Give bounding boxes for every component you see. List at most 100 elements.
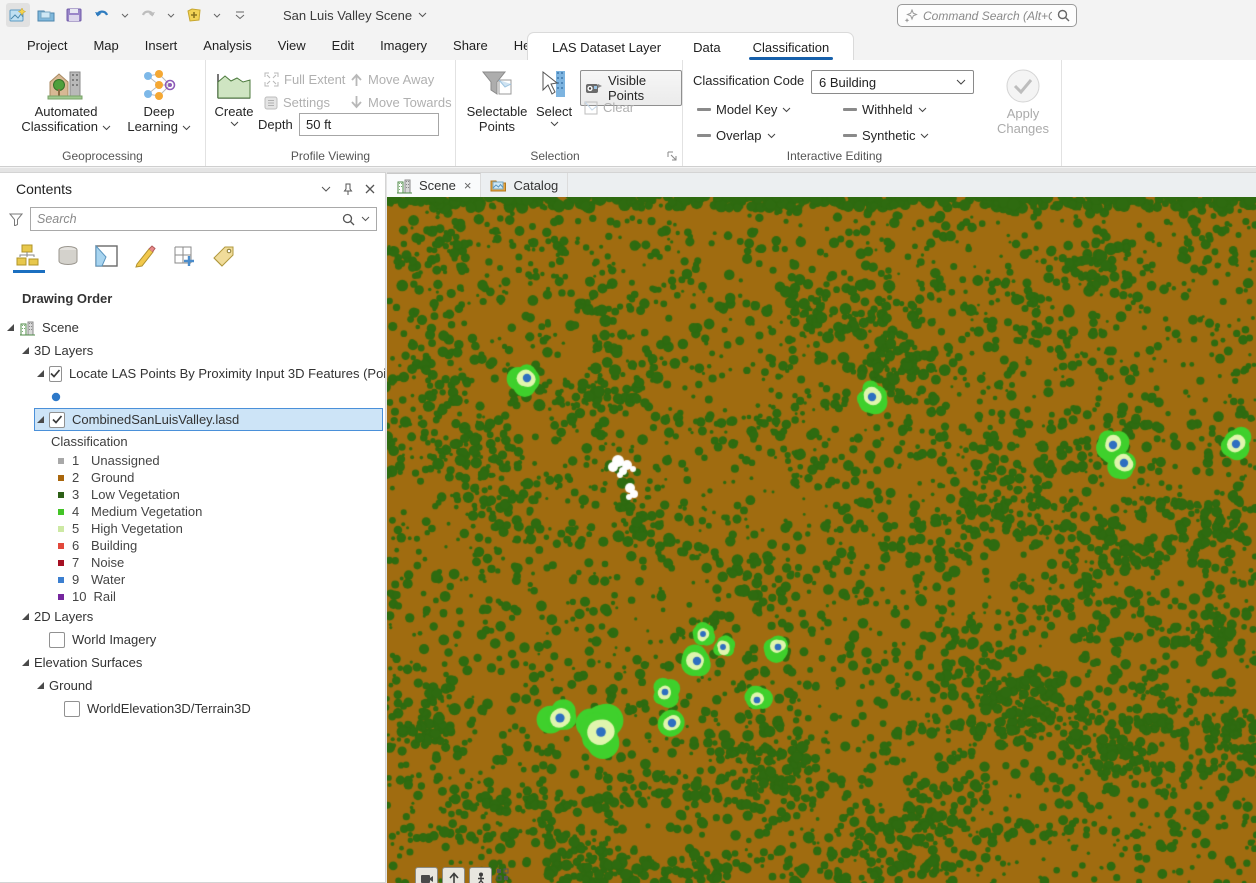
ribbon-tab-las-dataset-layer[interactable]: LAS Dataset Layer bbox=[536, 33, 677, 61]
legend-label: Building bbox=[91, 538, 138, 553]
command-search-input[interactable] bbox=[923, 8, 1052, 23]
view-tab-scene[interactable]: Scene × bbox=[387, 173, 482, 197]
list-by-selection-tab[interactable] bbox=[94, 243, 120, 269]
create-profile-button[interactable]: Create bbox=[210, 66, 258, 129]
expander-icon[interactable] bbox=[36, 681, 49, 690]
legend-item-medium-vegetation[interactable]: 4 Medium Vegetation bbox=[0, 503, 385, 520]
add-data-dropdown-icon[interactable] bbox=[210, 13, 224, 18]
model-key-button[interactable]: Model Key bbox=[697, 102, 791, 117]
tree-item-3d-layers[interactable]: 3D Layers bbox=[0, 339, 385, 362]
close-tab-icon[interactable]: × bbox=[464, 178, 472, 193]
ribbon-tab-classification[interactable]: Classification bbox=[737, 33, 846, 61]
layer-checkbox[interactable] bbox=[49, 365, 62, 382]
move-towards-button[interactable]: Move Towards bbox=[350, 95, 452, 110]
view-tab-catalog[interactable]: Catalog bbox=[481, 173, 569, 197]
open-project-icon[interactable] bbox=[34, 3, 58, 27]
selectable-points-button[interactable]: Selectable Points bbox=[464, 66, 530, 136]
tree-item-ground[interactable]: Ground bbox=[0, 674, 385, 697]
expander-icon[interactable] bbox=[36, 415, 49, 424]
ribbon-tab-analysis[interactable]: Analysis bbox=[190, 30, 264, 60]
legend-item-high-vegetation[interactable]: 5 High Vegetation bbox=[0, 520, 385, 537]
contents-search-box[interactable] bbox=[30, 207, 377, 231]
new-project-icon[interactable] bbox=[6, 3, 30, 27]
legend-item-water[interactable]: 9 Water bbox=[0, 571, 385, 588]
command-search[interactable] bbox=[897, 4, 1077, 27]
overlap-button[interactable]: Overlap bbox=[697, 128, 776, 143]
nav-camera-button[interactable] bbox=[415, 867, 438, 883]
list-by-snapping-tab[interactable] bbox=[172, 243, 198, 269]
nav-move-up-button[interactable] bbox=[442, 867, 465, 883]
contents-search-input[interactable] bbox=[37, 212, 336, 226]
ribbon-tab-map[interactable]: Map bbox=[80, 30, 131, 60]
search-magnifier-icon[interactable] bbox=[342, 213, 355, 226]
arrow-up-icon bbox=[350, 72, 363, 87]
undo-icon[interactable] bbox=[90, 3, 114, 27]
expander-icon[interactable] bbox=[36, 369, 49, 378]
synthetic-button[interactable]: Synthetic bbox=[843, 128, 929, 143]
classification-code-select[interactable]: 6 Building bbox=[811, 70, 974, 94]
tree-item-world-elevation[interactable]: WorldElevation3D/Terrain3D bbox=[0, 697, 385, 720]
nav-walk-button[interactable] bbox=[469, 867, 492, 883]
save-project-icon[interactable] bbox=[62, 3, 86, 27]
panel-menu-chevron-icon[interactable] bbox=[321, 186, 331, 192]
scene-canvas[interactable] bbox=[387, 197, 1256, 883]
tree-item-2d-layers[interactable]: 2D Layers bbox=[0, 605, 385, 628]
select-button[interactable]: Select bbox=[532, 66, 576, 129]
depth-input[interactable] bbox=[299, 113, 439, 136]
legend-item-rail[interactable]: 10 Rail bbox=[0, 588, 385, 605]
tree-item-locate-las-points[interactable]: Locate LAS Points By Proximity Input 3D … bbox=[0, 362, 385, 385]
list-by-editing-tab[interactable] bbox=[133, 243, 159, 269]
close-panel-icon[interactable] bbox=[365, 184, 375, 194]
withheld-button[interactable]: Withheld bbox=[843, 102, 927, 117]
clear-selection-button[interactable]: Clear bbox=[584, 100, 634, 115]
legend-item-ground[interactable]: 2 Ground bbox=[0, 469, 385, 486]
tree-item-combined-lasd[interactable]: CombinedSanLuisValley.lasd bbox=[0, 408, 385, 431]
legend-item-unassigned[interactable]: 1 Unassigned bbox=[0, 452, 385, 469]
nav-grid-icon[interactable] bbox=[496, 868, 509, 881]
tree-item-world-imagery[interactable]: World Imagery bbox=[0, 628, 385, 651]
legend-item-low-vegetation[interactable]: 3 Low Vegetation bbox=[0, 486, 385, 503]
document-title[interactable]: San Luis Valley Scene bbox=[283, 0, 427, 30]
full-extent-button[interactable]: Full Extent bbox=[264, 72, 345, 87]
redo-icon[interactable] bbox=[136, 3, 160, 27]
deep-learning-button[interactable]: Deep Learning bbox=[122, 66, 196, 136]
command-search-magnifier-icon[interactable] bbox=[1057, 9, 1070, 22]
ribbon-tab-data[interactable]: Data bbox=[677, 33, 736, 61]
expander-icon[interactable] bbox=[21, 346, 34, 355]
ribbon-tab-edit[interactable]: Edit bbox=[319, 30, 367, 60]
undo-dropdown-icon[interactable] bbox=[118, 13, 132, 18]
move-away-button[interactable]: Move Away bbox=[350, 72, 434, 87]
list-by-drawing-order-tab[interactable] bbox=[13, 243, 45, 273]
layer-checkbox[interactable] bbox=[49, 411, 65, 428]
ribbon-tab-project[interactable]: Project bbox=[14, 30, 80, 60]
layer-checkbox[interactable] bbox=[64, 700, 80, 717]
tree-item-scene[interactable]: Scene bbox=[0, 316, 385, 339]
list-by-labeling-tab[interactable] bbox=[211, 243, 237, 269]
expander-icon[interactable] bbox=[6, 323, 19, 332]
tree-item-elevation-surfaces[interactable]: Elevation Surfaces bbox=[0, 651, 385, 674]
automated-classification-button[interactable]: Automated Classification bbox=[14, 66, 118, 136]
apply-changes-button[interactable]: Apply Changes bbox=[992, 66, 1054, 138]
legend-item-building[interactable]: 6 Building bbox=[0, 537, 385, 554]
expander-icon[interactable] bbox=[21, 612, 34, 621]
redo-dropdown-icon[interactable] bbox=[164, 13, 178, 18]
search-options-chevron-icon[interactable] bbox=[361, 216, 370, 222]
classification-heading: Classification bbox=[51, 434, 128, 449]
scene-viewport[interactable] bbox=[387, 197, 1256, 883]
list-by-data-source-tab[interactable] bbox=[55, 243, 81, 269]
ribbon-tab-imagery[interactable]: Imagery bbox=[367, 30, 440, 60]
selection-dialog-launcher-icon[interactable] bbox=[666, 150, 678, 162]
pin-icon[interactable] bbox=[343, 183, 353, 195]
ribbon-tab-insert[interactable]: Insert bbox=[132, 30, 191, 60]
legend-swatch bbox=[58, 542, 64, 549]
layer-checkbox[interactable] bbox=[49, 631, 65, 648]
filter-icon[interactable] bbox=[6, 213, 26, 226]
expander-icon[interactable] bbox=[21, 658, 34, 667]
add-data-icon[interactable] bbox=[182, 3, 206, 27]
customize-qat-icon[interactable] bbox=[228, 3, 252, 27]
profile-settings-button[interactable]: Settings bbox=[264, 95, 330, 110]
ribbon-tab-share[interactable]: Share bbox=[440, 30, 501, 60]
legend-item-noise[interactable]: 7 Noise bbox=[0, 554, 385, 571]
point-symbol[interactable] bbox=[0, 385, 385, 408]
ribbon-tab-view[interactable]: View bbox=[265, 30, 319, 60]
